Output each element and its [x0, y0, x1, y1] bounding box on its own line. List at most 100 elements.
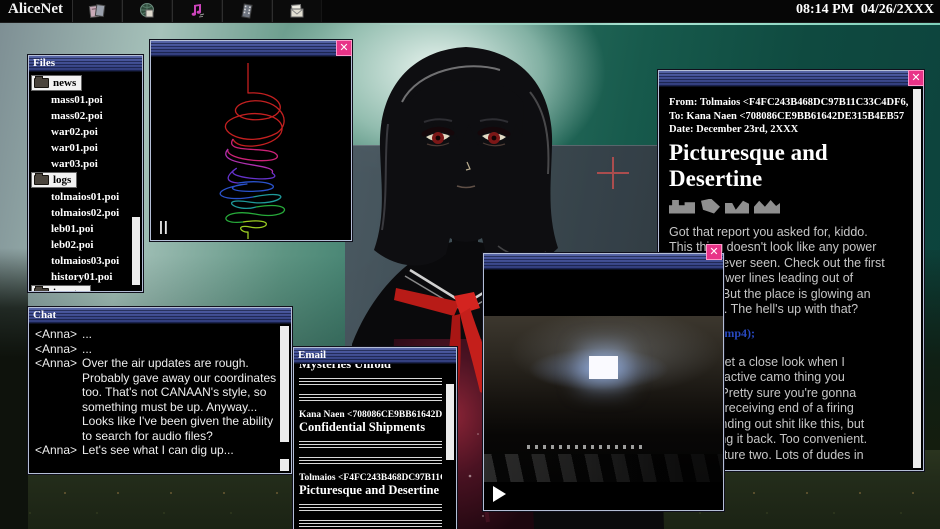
rule-lines: [299, 520, 442, 527]
rule-lines: [299, 441, 442, 448]
folder-icon: [34, 288, 49, 291]
folder-label: logs: [53, 172, 71, 189]
film-icon[interactable]: [222, 0, 272, 22]
email-from: From: Tolmaios <F4FC243B468DC97B11C33C4D…: [669, 96, 907, 110]
folder-box: news: [31, 75, 82, 91]
pause-indicator[interactable]: ||: [159, 218, 169, 234]
folder-icon: [34, 78, 49, 88]
email-read-titlebar[interactable]: ✕: [659, 71, 923, 87]
folder-label: images: [53, 285, 85, 292]
chat-window-titlebar[interactable]: Chat: [29, 308, 291, 324]
email-list-title: Email: [298, 348, 326, 363]
email-list: Mysteries Unfold Kana Naen <708086CE9BB6…: [294, 364, 456, 528]
file-item[interactable]: tolmaios03.poi: [29, 253, 142, 269]
glyph-icon: [754, 199, 780, 214]
folder-label: news: [53, 75, 76, 92]
separator: [299, 378, 442, 401]
video-tick-marks: [527, 445, 642, 449]
top-menu-bar: AliceNet: [0, 0, 940, 23]
chat-window[interactable]: Chat <Anna>...<Anna>...<Anna>Over the ai…: [28, 307, 292, 474]
file-item[interactable]: mass02.poi: [29, 108, 142, 124]
email-list-window[interactable]: Email Mysteries Unfold Kana Naen <708086…: [293, 347, 457, 529]
file-item[interactable]: history01.poi: [29, 269, 142, 285]
email-sender: Tolmaios <F4FC243B468DC97B11C: [299, 473, 442, 483]
chat-message: <Anna>...: [35, 342, 277, 357]
chat-message: <Anna>Let's see what I can dig up...: [35, 443, 277, 458]
chat-messages: <Anna>...<Anna>...<Anna>Over the air upd…: [29, 324, 291, 473]
scribble-canvas: ||: [151, 57, 351, 240]
email-list-scrollbar[interactable]: [446, 384, 454, 460]
close-icon[interactable]: ✕: [706, 244, 722, 260]
file-item[interactable]: war02.poi: [29, 124, 142, 140]
chat-message: <Anna>Over the air updates are rough. Pr…: [35, 356, 277, 443]
file-list: newsmass01.poimass02.poiwar02.poiwar01.p…: [29, 72, 142, 291]
close-icon[interactable]: ✕: [336, 40, 352, 56]
email-to: To: Kana Naen <708086CE9BB61642DE315B4EB…: [669, 110, 907, 124]
close-icon[interactable]: ✕: [908, 70, 924, 86]
chat-text: Over the air updates are rough. Probably…: [82, 356, 277, 443]
folder-item[interactable]: news: [29, 75, 142, 92]
scribble-window[interactable]: ✕ ||: [150, 40, 352, 241]
folder-box: logs: [31, 172, 77, 188]
play-button[interactable]: [493, 486, 506, 502]
scribble-window-titlebar[interactable]: ✕: [151, 41, 351, 57]
file-item[interactable]: leb02.poi: [29, 237, 142, 253]
file-item[interactable]: war01.poi: [29, 140, 142, 156]
email-body-line: Got that report you asked for, kiddo.: [669, 225, 907, 241]
separator: [299, 504, 442, 527]
video-window-titlebar[interactable]: [484, 254, 723, 270]
glowing-light: [589, 356, 618, 379]
file-item[interactable]: war03.poi: [29, 156, 142, 172]
glyph-icon: [700, 199, 720, 214]
launcher-icon-row: [72, 0, 322, 22]
chat-sender: <Anna>: [35, 327, 82, 342]
files-icon[interactable]: [72, 0, 122, 22]
email-read-scrollbar[interactable]: [913, 89, 921, 468]
email-list-item[interactable]: Kana Naen <708086CE9BB61642DEConfidentia…: [299, 410, 442, 435]
chat-sender: <Anna>: [35, 356, 82, 443]
chat-message: <Anna>...: [35, 327, 277, 342]
rule-lines: [299, 504, 442, 511]
file-item[interactable]: mass01.poi: [29, 92, 142, 108]
folder-item[interactable]: images: [29, 285, 142, 291]
chat-window-title: Chat: [33, 308, 56, 323]
chat-scrollbar[interactable]: [280, 326, 289, 442]
rule-lines: [299, 378, 442, 385]
app-title: AliceNet: [8, 1, 63, 18]
file-item[interactable]: leb01.poi: [29, 221, 142, 237]
files-scrollbar[interactable]: [132, 217, 140, 285]
email-subject: Picturesque and Desertine: [299, 483, 442, 498]
email-subject: Confidential Shipments: [299, 420, 442, 435]
music-icon[interactable]: [172, 0, 222, 22]
files-window-titlebar[interactable]: Files: [29, 56, 142, 72]
checkered-floor: [484, 454, 723, 482]
email-subject-heading: Picturesque and Desertine: [669, 140, 869, 192]
email-list-item[interactable]: Tolmaios <F4FC243B468DC97B11CPicturesque…: [299, 473, 442, 498]
folder-icon: [34, 175, 49, 185]
glyph-icon: [669, 199, 695, 214]
clock-display: 08:14 PM 04/26/2XXX: [796, 2, 934, 18]
email-sender: Kana Naen <708086CE9BB61642DE: [299, 410, 442, 420]
desktop: AliceNet: [0, 0, 940, 529]
mail-icon[interactable]: [272, 0, 322, 22]
chat-text: ...: [82, 342, 277, 357]
folder-item[interactable]: logs: [29, 172, 142, 189]
rule-lines: [299, 457, 442, 464]
email-date: Date: December 23rd, 2XXX: [669, 123, 907, 137]
left-dark-strip: [0, 248, 28, 529]
email-list-titlebar[interactable]: Email: [294, 348, 456, 364]
chat-scrollbar-thumb[interactable]: [280, 459, 289, 471]
chat-sender: <Anna>: [35, 342, 82, 357]
video-player: [484, 270, 723, 510]
files-window[interactable]: Files newsmass01.poimass02.poiwar02.poiw…: [28, 55, 143, 292]
rule-lines: [299, 394, 442, 401]
files-window-title: Files: [33, 56, 55, 71]
chat-text: Let's see what I can dig up...: [82, 443, 277, 458]
web-icon[interactable]: [122, 0, 172, 22]
file-item[interactable]: tolmaios02.poi: [29, 205, 142, 221]
email-list-item-partial[interactable]: Mysteries Unfold: [299, 364, 442, 372]
folder-box: images: [31, 285, 91, 291]
file-item[interactable]: tolmaios01.poi: [29, 189, 142, 205]
video-window[interactable]: ✕: [483, 253, 724, 511]
video-frame: [484, 316, 723, 482]
